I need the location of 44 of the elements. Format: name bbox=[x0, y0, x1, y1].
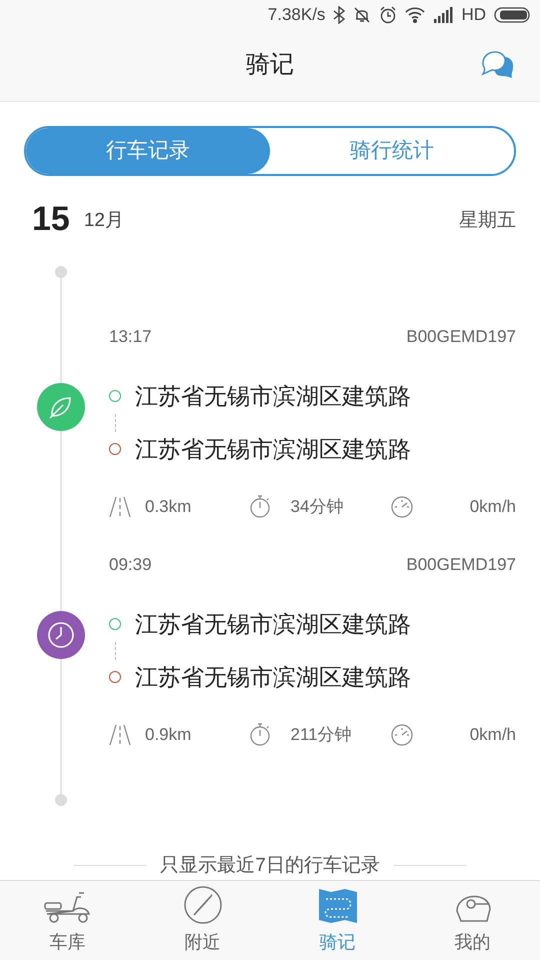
stopwatch-icon bbox=[248, 494, 270, 519]
weekday: 星期五 bbox=[459, 209, 516, 234]
distance: 0.3km bbox=[145, 496, 192, 518]
bluetooth-icon bbox=[333, 6, 346, 24]
compass-icon bbox=[182, 885, 222, 925]
speedometer-icon bbox=[390, 724, 412, 746]
footer-note: 只显示最近7日的行车记录 bbox=[160, 854, 380, 878]
map-icon bbox=[318, 887, 358, 925]
vehicle-id: B00GEMD197 bbox=[406, 326, 516, 348]
battery-icon bbox=[494, 6, 530, 23]
end-address: 江苏省无锡市滨湖区建筑路 bbox=[135, 662, 411, 692]
end-point-icon bbox=[109, 670, 121, 683]
muted-bell-icon bbox=[353, 6, 372, 24]
date-month: 12月 bbox=[84, 209, 124, 234]
date-day: 15 bbox=[32, 202, 70, 236]
trip-time: 13:17 bbox=[109, 326, 152, 348]
end-address: 江苏省无锡市滨湖区建筑路 bbox=[135, 434, 411, 464]
distance: 0.9km bbox=[145, 724, 192, 746]
segment-tab[interactable]: 行车记录 bbox=[26, 128, 270, 174]
trip-time: 09:39 bbox=[109, 554, 152, 576]
alarm-clock-icon bbox=[379, 6, 398, 24]
start-address: 江苏省无锡市滨湖区建筑路 bbox=[135, 382, 411, 412]
tab-bar-item[interactable]: 附近 bbox=[135, 881, 270, 960]
speed: 0km/h bbox=[470, 496, 516, 518]
start-point-icon bbox=[109, 390, 121, 402]
page-title: 骑记 bbox=[246, 50, 294, 80]
start-address: 江苏省无锡市滨湖区建筑路 bbox=[135, 610, 411, 640]
tab-bar-item[interactable]: 车库 bbox=[0, 881, 135, 960]
tab-bar-item[interactable]: 我的 bbox=[405, 881, 540, 960]
vehicle-id: B00GEMD197 bbox=[406, 554, 516, 576]
duration: 211分钟 bbox=[290, 724, 353, 746]
stopwatch-icon bbox=[248, 722, 270, 747]
wifi-icon bbox=[405, 6, 426, 23]
speed: 0km/h bbox=[470, 724, 516, 746]
tab-bar-item[interactable]: 骑记 bbox=[270, 881, 405, 960]
signal-icon bbox=[433, 6, 454, 23]
speedometer-icon bbox=[390, 496, 412, 518]
end-point-icon bbox=[109, 442, 121, 455]
road-icon bbox=[109, 496, 131, 518]
road-icon bbox=[109, 724, 131, 746]
start-point-icon bbox=[109, 618, 121, 630]
network-type: HD bbox=[461, 4, 486, 26]
network-speed: 7.38K/s bbox=[268, 4, 326, 26]
duration: 34分钟 bbox=[290, 496, 344, 518]
